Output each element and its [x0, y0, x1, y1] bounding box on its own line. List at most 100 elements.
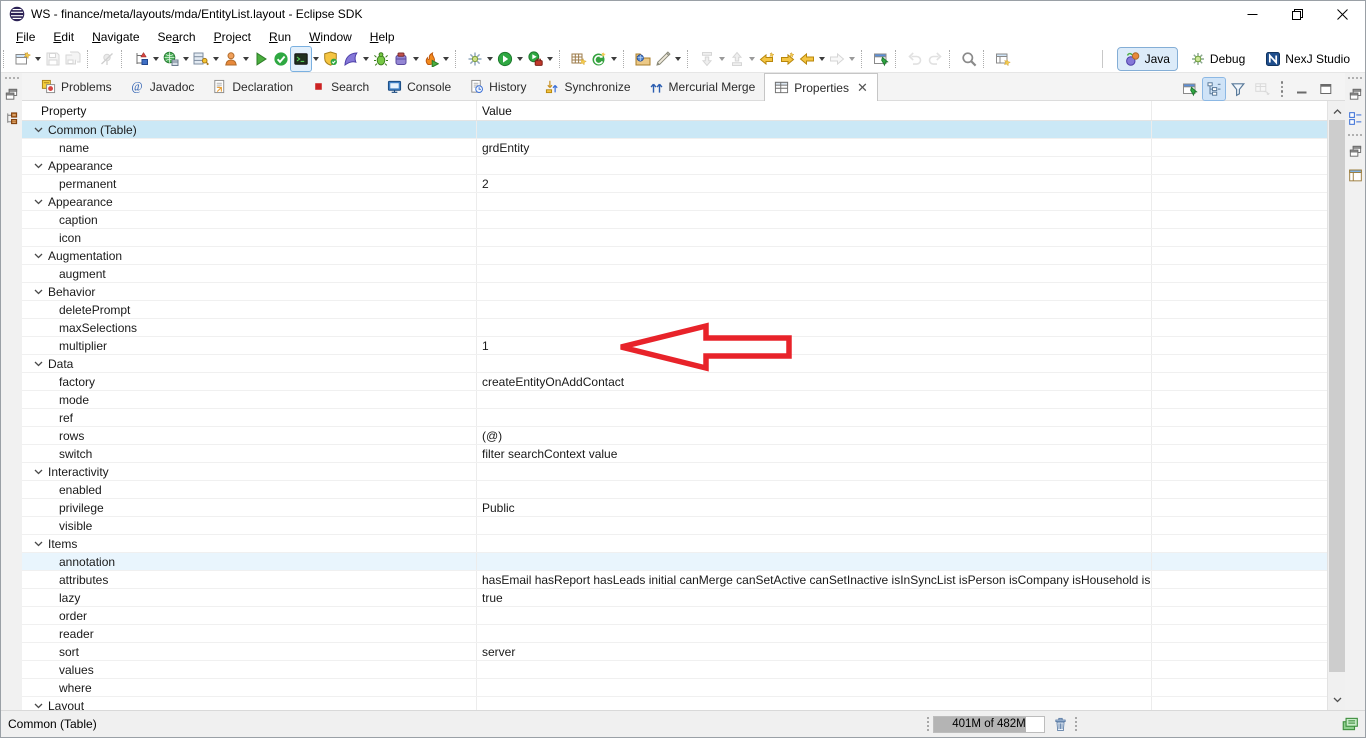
- property-value-cell[interactable]: [477, 247, 1152, 264]
- perspective-debug[interactable]: Debug: [1183, 48, 1252, 70]
- property-value-cell[interactable]: [477, 481, 1152, 498]
- chevron-down-icon[interactable]: [34, 199, 45, 205]
- heap-status-bar[interactable]: 401M of 482M: [933, 716, 1045, 733]
- search-magnifier-icon[interactable]: [959, 47, 979, 71]
- debug-star-icon[interactable]: [465, 47, 485, 71]
- property-value-cell[interactable]: hasEmail hasReport hasLeads initial canM…: [477, 571, 1152, 588]
- scrollbar-thumb[interactable]: [1329, 120, 1345, 672]
- property-row[interactable]: icon: [22, 229, 1327, 247]
- publish-package-dropdown-arrow[interactable]: [413, 57, 419, 61]
- tab-declaration[interactable]: Declaration: [203, 73, 302, 100]
- property-value-cell[interactable]: [477, 229, 1152, 246]
- group-row[interactable]: Augmentation: [22, 247, 1327, 265]
- console-run-icon[interactable]: [291, 47, 311, 71]
- property-value-cell[interactable]: [477, 553, 1152, 570]
- validate-check-icon[interactable]: [271, 47, 291, 71]
- property-value-cell[interactable]: [477, 679, 1152, 696]
- property-row[interactable]: mode: [22, 391, 1327, 409]
- search-pen-dropdown-arrow[interactable]: [675, 57, 681, 61]
- menu-navigate[interactable]: Navigate: [83, 28, 148, 46]
- server-setup-dropdown-arrow[interactable]: [213, 57, 219, 61]
- minimize-view-icon[interactable]: [1291, 78, 1313, 100]
- model-tree-dropdown-arrow[interactable]: [153, 57, 159, 61]
- perspective-java[interactable]: Java: [1118, 48, 1177, 70]
- start-green-icon[interactable]: [251, 47, 271, 71]
- property-value-cell[interactable]: Public: [477, 499, 1152, 516]
- property-row[interactable]: lazytrue: [22, 589, 1327, 607]
- property-row[interactable]: permanent2: [22, 175, 1327, 193]
- chevron-down-icon[interactable]: [34, 289, 45, 295]
- filter-icon[interactable]: [1227, 78, 1249, 100]
- run-circle-icon[interactable]: [495, 47, 515, 71]
- tab-javadoc[interactable]: @Javadoc: [121, 73, 204, 100]
- property-value-cell[interactable]: [477, 625, 1152, 642]
- table-sync-icon[interactable]: [1251, 78, 1273, 100]
- bug-tool-icon[interactable]: [371, 47, 391, 71]
- menu-file[interactable]: File: [7, 28, 44, 46]
- tab-history[interactable]: History: [460, 73, 535, 100]
- tree-mode-icon[interactable]: [1203, 78, 1225, 100]
- property-row[interactable]: ref: [22, 409, 1327, 427]
- tab-synchronize[interactable]: Synchronize: [536, 73, 640, 100]
- property-value-cell[interactable]: [477, 355, 1152, 372]
- property-value-cell[interactable]: [477, 463, 1152, 480]
- back-star-icon[interactable]: [757, 47, 777, 71]
- menu-edit[interactable]: Edit: [44, 28, 83, 46]
- property-row[interactable]: deletePrompt: [22, 301, 1327, 319]
- property-row[interactable]: switchfilter searchContext value: [22, 445, 1327, 463]
- property-value-cell[interactable]: [477, 283, 1152, 300]
- open-resource-icon[interactable]: [633, 47, 653, 71]
- menu-run[interactable]: Run: [260, 28, 300, 46]
- chevron-down-icon[interactable]: [34, 703, 45, 709]
- property-value-cell[interactable]: [477, 265, 1152, 282]
- new-table-icon[interactable]: [569, 47, 589, 71]
- property-row[interactable]: enabled: [22, 481, 1327, 499]
- property-row[interactable]: caption: [22, 211, 1327, 229]
- group-row[interactable]: Interactivity: [22, 463, 1327, 481]
- restore-pane-icon[interactable]: [3, 85, 21, 103]
- property-value-cell[interactable]: [477, 301, 1152, 318]
- properties-tree-icon[interactable]: [3, 109, 21, 127]
- chevron-down-icon[interactable]: [34, 163, 45, 169]
- group-row[interactable]: Behavior: [22, 283, 1327, 301]
- property-value-cell[interactable]: 2: [477, 175, 1152, 192]
- chevron-down-icon[interactable]: [34, 361, 45, 367]
- forward-star-icon[interactable]: [777, 47, 797, 71]
- property-value-cell[interactable]: (@): [477, 427, 1152, 444]
- refresh-code-icon[interactable]: [589, 47, 609, 71]
- property-value-cell[interactable]: [477, 157, 1152, 174]
- menu-help[interactable]: Help: [361, 28, 404, 46]
- property-row[interactable]: where: [22, 679, 1327, 697]
- property-value-cell[interactable]: [477, 517, 1152, 534]
- deploy-server-dropdown-arrow[interactable]: [183, 57, 189, 61]
- property-value-cell[interactable]: [477, 391, 1152, 408]
- console-run-dropdown-arrow[interactable]: [313, 57, 319, 61]
- menu-window[interactable]: Window: [300, 28, 361, 46]
- property-row[interactable]: augment: [22, 265, 1327, 283]
- overflow-dots-icon[interactable]: [1275, 81, 1289, 97]
- property-row[interactable]: values: [22, 661, 1327, 679]
- property-value-cell[interactable]: [477, 193, 1152, 210]
- tab-mercurial-merge[interactable]: Mercurial Merge: [640, 73, 765, 100]
- restore-pane-icon[interactable]: [1346, 85, 1364, 103]
- property-value-cell[interactable]: 1: [477, 337, 1152, 354]
- property-value-cell[interactable]: [477, 535, 1152, 552]
- pin-view-icon[interactable]: [1179, 78, 1201, 100]
- new-wizard-dropdown-arrow[interactable]: [35, 57, 41, 61]
- property-row[interactable]: namegrdEntity: [22, 139, 1327, 157]
- property-value-cell[interactable]: [477, 661, 1152, 678]
- property-value-cell[interactable]: createEntityOnAddContact: [477, 373, 1152, 390]
- new-wizard-icon[interactable]: [13, 47, 33, 71]
- open-perspective-icon[interactable]: [993, 47, 1013, 71]
- publish-package-icon[interactable]: [391, 47, 411, 71]
- tab-problems[interactable]: Problems: [32, 73, 121, 100]
- user-icon[interactable]: [221, 47, 241, 71]
- model-tree-icon[interactable]: [131, 47, 151, 71]
- property-row[interactable]: visible: [22, 517, 1327, 535]
- menu-project[interactable]: Project: [205, 28, 260, 46]
- property-row[interactable]: privilegePublic: [22, 499, 1327, 517]
- nexj-swoosh-icon[interactable]: [341, 47, 361, 71]
- run-circle-dropdown-arrow[interactable]: [517, 57, 523, 61]
- back-nav-icon[interactable]: [797, 47, 817, 71]
- property-value-cell[interactable]: [477, 409, 1152, 426]
